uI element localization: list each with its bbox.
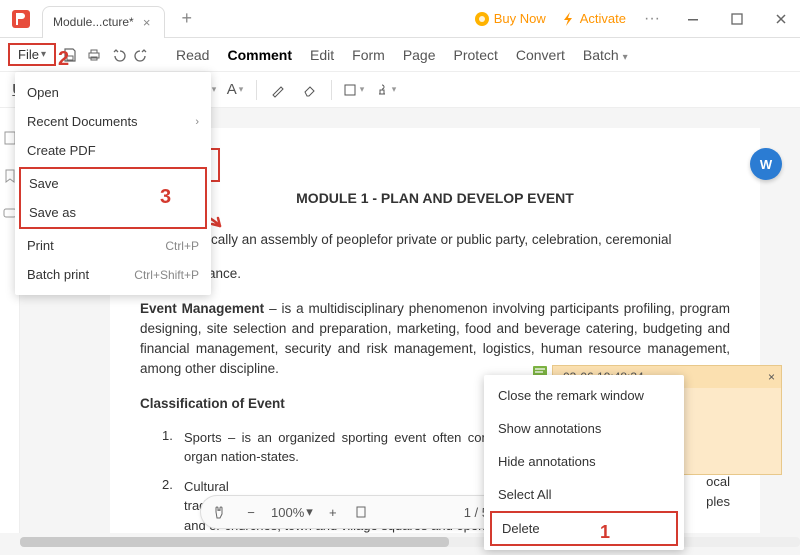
ctx-hide-annotations[interactable]: Hide annotations — [484, 445, 684, 478]
tab-convert[interactable]: Convert — [516, 47, 565, 63]
redo-icon[interactable] — [132, 45, 152, 65]
tab-batch[interactable]: Batch ▾ — [583, 47, 628, 63]
titlebar: Module...cture* × + Buy Now Activate ··· — [0, 0, 800, 38]
tab-title: Module...cture* — [53, 15, 134, 29]
eraser-icon[interactable] — [297, 77, 323, 103]
minimize-button[interactable] — [678, 4, 708, 34]
chevron-down-icon: ▾ — [623, 52, 628, 63]
chevron-down-icon: ▾ — [41, 49, 46, 60]
file-print[interactable]: PrintCtrl+P — [15, 231, 211, 260]
file-recent[interactable]: Recent Documents› — [15, 107, 211, 136]
close-icon[interactable]: × — [768, 370, 775, 384]
app-logo — [6, 4, 36, 34]
ctx-show-annotations[interactable]: Show annotations — [484, 412, 684, 445]
export-word-button[interactable]: W — [750, 148, 782, 180]
tab-protect[interactable]: Protect — [454, 47, 498, 63]
zoom-level-dropdown[interactable]: 100% ▾ — [271, 504, 313, 520]
file-save[interactable]: Save — [21, 169, 205, 198]
tab-comment[interactable]: Comment — [227, 47, 292, 63]
file-label: File — [18, 47, 39, 62]
buy-now-label: Buy Now — [494, 11, 546, 26]
annotation-marker-2: 2 — [58, 48, 69, 71]
chevron-down-icon: ▾ — [306, 504, 313, 520]
pen-icon[interactable] — [265, 77, 291, 103]
page-title: MODULE 1 - PLAN AND DEVELOP EVENT — [140, 190, 730, 206]
separator — [331, 80, 332, 100]
hand-tool-icon[interactable] — [211, 504, 231, 520]
file-menu-button[interactable]: File ▾ — [8, 43, 56, 66]
activate-button[interactable]: Activate — [560, 11, 626, 27]
buy-now-button[interactable]: Buy Now — [474, 11, 546, 27]
file-open[interactable]: Open — [15, 78, 211, 107]
ctx-delete[interactable]: Delete — [490, 511, 678, 546]
file-batch-print[interactable]: Batch printCtrl+Shift+P — [15, 260, 211, 289]
tab-form[interactable]: Form — [352, 47, 385, 63]
document-tab[interactable]: Module...cture* × — [42, 6, 165, 38]
menubar: File ▾ 2 Read Comment Edit Form Page Pro… — [0, 38, 800, 72]
shape-icon[interactable]: ▾ — [340, 77, 366, 103]
file-save-as[interactable]: Save as — [21, 198, 205, 227]
ctx-select-all[interactable]: Select All — [484, 478, 684, 511]
tab-edit[interactable]: Edit — [310, 47, 334, 63]
context-menu: Close the remark window Show annotations… — [484, 375, 684, 550]
new-tab-button[interactable]: + — [175, 7, 199, 31]
font-color-icon[interactable]: A▾ — [222, 77, 248, 103]
ctx-close-remark[interactable]: Close the remark window — [484, 379, 684, 412]
chevron-right-icon: › — [195, 116, 199, 128]
annotation-marker-3: 3 — [160, 186, 171, 209]
close-icon[interactable]: × — [140, 15, 154, 29]
fit-page-icon[interactable] — [353, 504, 373, 520]
close-window-button[interactable] — [766, 4, 796, 34]
undo-icon[interactable] — [108, 45, 128, 65]
stamp-icon[interactable]: ▾ — [372, 77, 398, 103]
maximize-button[interactable] — [722, 4, 752, 34]
annotation-marker-1: 1 — [600, 522, 610, 543]
more-icon[interactable]: ··· — [640, 10, 664, 28]
annotation-highlight-box: Save Save as — [19, 167, 207, 229]
file-menu-dropdown: Open Recent Documents› Create PDF Save S… — [15, 72, 211, 295]
tab-read[interactable]: Read — [176, 47, 209, 63]
zoom-out-button[interactable]: − — [241, 505, 261, 520]
scrollbar-thumb[interactable] — [20, 537, 449, 547]
zoom-in-button[interactable]: + — [323, 505, 343, 520]
tab-page[interactable]: Page — [403, 47, 436, 63]
print-icon[interactable] — [84, 45, 104, 65]
separator — [256, 80, 257, 100]
file-create-pdf[interactable]: Create PDF — [15, 136, 211, 165]
activate-label: Activate — [580, 11, 626, 26]
